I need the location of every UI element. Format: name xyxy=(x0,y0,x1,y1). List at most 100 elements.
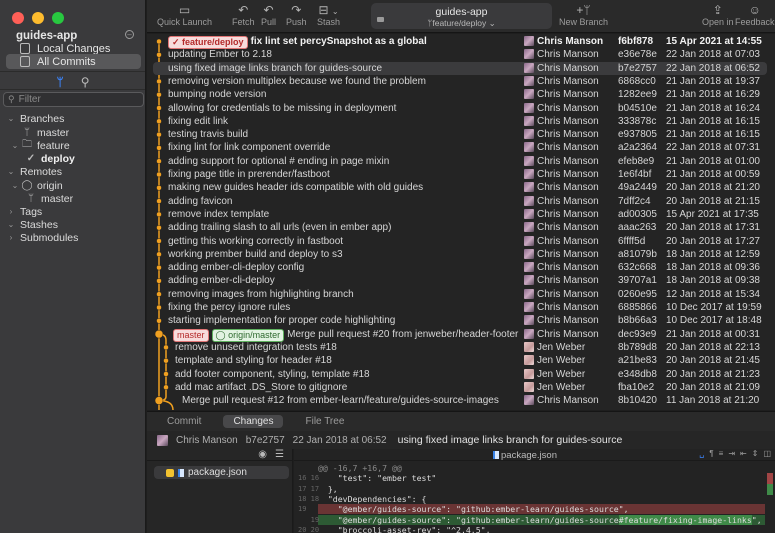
commit-author: Chris Manson xyxy=(537,142,599,154)
divider xyxy=(0,89,145,90)
commit-row[interactable]: getting this working correctly in fastbo… xyxy=(147,235,775,248)
pull-button[interactable]: ↶ Pull xyxy=(261,3,276,27)
open-in-button[interactable]: ⇪ Open in xyxy=(702,3,734,27)
tree-remote-origin[interactable]: ⌄ ◯ origin xyxy=(10,179,63,192)
nav-label: All Commits xyxy=(37,55,96,68)
commit-row[interactable]: using fixed image links branch for guide… xyxy=(153,61,767,75)
remote-branch-icon: ᛘ xyxy=(28,193,34,204)
file-item[interactable]: package.json xyxy=(154,466,289,479)
repo-selector[interactable]: guides-app ᛘfeature/deploy ⌄ xyxy=(371,3,552,29)
minus-circle-icon[interactable]: – xyxy=(125,30,134,39)
commit-row[interactable]: testing travis build Chris Manson e937805 2… xyxy=(147,128,775,141)
chevron-down-icon[interactable]: ⌄ xyxy=(332,7,339,16)
minimize-window-button[interactable] xyxy=(32,12,44,24)
tab-file-tree[interactable]: File Tree xyxy=(305,416,344,427)
tree-branches[interactable]: ⌄ Branches xyxy=(6,112,65,125)
commit-author: Chris Manson xyxy=(537,395,599,407)
commit-list[interactable]: ✓ feature/deploy fix lint set percySnapsh… xyxy=(147,34,775,410)
commit-row[interactable]: making new guides header ids compatible … xyxy=(147,181,775,194)
stash-button[interactable]: ⊟ ⌄ Stash xyxy=(317,3,340,27)
split-view-icon[interactable]: ◫ xyxy=(763,449,771,458)
commit-row[interactable]: add mac artifact .DS_Store to gitignore J… xyxy=(147,381,775,394)
avatar xyxy=(524,262,534,273)
commit-row[interactable]: ✓ feature/deploy fix lint set percySnapsh… xyxy=(147,35,775,49)
commit-date: 22 Jan 2018 at 07:03 xyxy=(666,49,760,61)
diff-minimap[interactable] xyxy=(767,473,773,497)
commit-row[interactable]: updating Ember to 2.18 Chris Manson e36e78… xyxy=(147,48,775,61)
button-label: Push xyxy=(286,17,307,27)
commit-row[interactable]: Merge pull request #12 from ember-learn/… xyxy=(147,394,775,407)
tree-submodules[interactable]: › Submodules xyxy=(6,231,79,244)
commit-date: 20 Jan 2018 at 22:13 xyxy=(666,341,760,353)
share-icon: ⇪ xyxy=(712,3,723,17)
feedback-button[interactable]: ☺ Feedback xyxy=(735,3,775,27)
context-icon[interactable]: ⇕ xyxy=(752,449,759,458)
commit-date: 18 Jan 2018 at 09:36 xyxy=(666,262,760,274)
ref-badge[interactable]: master xyxy=(173,328,209,342)
ref-badge[interactable]: ◯ origin/master xyxy=(211,328,285,342)
wrap-icon[interactable]: ≡ xyxy=(719,449,724,458)
commit-row[interactable]: template and styling for header #18 Jen W… xyxy=(147,354,775,367)
commit-row[interactable]: fixing lint for link component override C… xyxy=(147,141,775,154)
close-window-button[interactable] xyxy=(12,12,24,24)
avatar xyxy=(524,328,534,339)
commit-row[interactable]: bumping node version Chris Manson 1282ee9 2… xyxy=(147,88,775,101)
file-name: package.json xyxy=(188,467,247,478)
app-window: guides-app – Local Changes All Commits ᛘ… xyxy=(0,0,775,533)
commit-row[interactable]: adding ember-cli-deploy Chris Manson 39707… xyxy=(147,274,775,287)
pilcrow-icon[interactable]: ¶ xyxy=(709,449,713,458)
commit-author: Chris Manson xyxy=(537,288,599,300)
zoom-window-button[interactable] xyxy=(52,12,64,24)
commit-row[interactable]: remove unused integration tests #18 Jen W… xyxy=(147,341,775,354)
commit-row[interactable]: removing images from highlighting branch… xyxy=(147,288,775,301)
ref-badge[interactable]: ✓ feature/deploy xyxy=(168,36,248,49)
commit-row[interactable]: master ◯ origin/master Merge pull request … xyxy=(147,328,775,342)
commit-row[interactable]: allowing for credentials to be missing i… xyxy=(147,102,775,115)
search-icon[interactable]: ⚲ xyxy=(81,75,90,89)
whitespace-icon[interactable]: ␣ xyxy=(699,449,704,458)
branch-icon[interactable]: ᛘ xyxy=(57,75,64,89)
list-icon[interactable]: ☰ xyxy=(275,449,284,460)
nav-all-commits[interactable]: All Commits xyxy=(6,54,141,69)
expand-icon[interactable]: ⇤ xyxy=(740,449,747,458)
tree-branch-deploy[interactable]: ✓ deploy xyxy=(24,152,75,165)
filter-input[interactable]: ⚲ Filter xyxy=(3,92,144,107)
tree-folder-feature[interactable]: ⌄ 🗀 feature xyxy=(10,139,70,152)
commit-message: removing images from highlighting branch xyxy=(168,289,354,300)
commit-row[interactable]: removing version multiplex because we fo… xyxy=(147,75,775,88)
commit-row[interactable]: adding trailing slash to all urls (even … xyxy=(147,221,775,234)
commit-row[interactable]: adding ember-cli-deploy config Chris Mans… xyxy=(147,261,775,274)
divider xyxy=(0,71,145,72)
commit-row[interactable]: working prember build and deploy to s3 Ch… xyxy=(147,248,775,261)
commit-message: starting implementation for proper code … xyxy=(168,315,395,326)
commit-row[interactable]: starting implementation for proper code … xyxy=(147,314,775,327)
commit-row[interactable]: adding support for optional # ending in … xyxy=(147,155,775,168)
commit-row[interactable]: fixing edit link Chris Manson 333878c 21 Ja… xyxy=(147,115,775,128)
commit-row[interactable]: fixing the percy ignore rules Chris Manso… xyxy=(147,301,775,314)
new-branch-button[interactable]: +ᛘ New Branch xyxy=(559,3,608,27)
tree-remote-master[interactable]: ᛘ master xyxy=(24,192,73,205)
fetch-icon: ↶ xyxy=(238,3,249,17)
eye-icon[interactable]: ◉ xyxy=(258,449,267,460)
commit-sha: 0260e95 xyxy=(618,288,657,300)
detail-tabs: Commit Changes File Tree xyxy=(147,411,775,431)
quick-launch-button[interactable]: ▭ Quick Launch xyxy=(157,3,212,27)
tree-tags[interactable]: › Tags xyxy=(6,205,43,218)
fetch-button[interactable]: ↶ Fetch xyxy=(232,3,255,27)
push-icon: ↷ xyxy=(291,3,302,17)
commit-row[interactable]: add footer component, styling, template … xyxy=(147,368,775,381)
tree-label: deploy xyxy=(41,152,75,165)
tab-changes[interactable]: Changes xyxy=(223,415,284,428)
commit-row[interactable]: remove index template Chris Manson ad00305… xyxy=(147,208,775,221)
branch-selector[interactable]: ᛘfeature/deploy ⌄ xyxy=(371,18,552,29)
collapse-icon[interactable]: ⇥ xyxy=(728,449,735,458)
message-text: fixing edit link xyxy=(168,115,229,127)
commit-row[interactable]: adding favicon Chris Manson 7dff2c4 20 Jan … xyxy=(147,195,775,208)
commit-author: Jen Weber xyxy=(537,341,586,353)
tree-stashes[interactable]: ⌄ Stashes xyxy=(6,218,58,231)
commit-row[interactable]: fixing page title in prerender/fastboot C… xyxy=(147,168,775,181)
push-button[interactable]: ↷ Push xyxy=(286,3,307,27)
tree-remotes[interactable]: ⌄ Remotes xyxy=(6,165,62,178)
tab-commit[interactable]: Commit xyxy=(167,416,201,427)
message-text: adding support for optional # ending in … xyxy=(168,155,390,167)
